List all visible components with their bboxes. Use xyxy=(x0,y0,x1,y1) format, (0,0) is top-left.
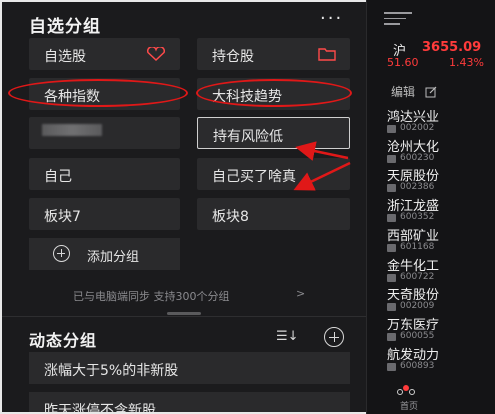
stock-code: 600722 xyxy=(400,272,435,282)
heart-icon xyxy=(146,47,166,61)
stock-code: 600230 xyxy=(400,153,435,163)
group-label: 大科技趋势 xyxy=(212,89,282,105)
stock-row[interactable]: 浙江龙盛 600352 xyxy=(387,195,495,225)
dynamic-group-label: 涨幅大于5%的非新股 xyxy=(44,363,179,379)
sort-icon[interactable]: ☰↓ xyxy=(276,329,299,344)
stock-code: 600893 xyxy=(400,361,435,371)
group-label: 板块7 xyxy=(44,209,81,225)
stock-code: 002386 xyxy=(400,182,435,192)
chevron-right-icon[interactable]: > xyxy=(296,287,305,300)
stock-row[interactable]: 西部矿业 601168 xyxy=(387,225,495,255)
group-tile-sector8[interactable]: 板块8 xyxy=(197,198,350,230)
index-change: 51.60 xyxy=(387,56,419,69)
plus-circle-icon xyxy=(53,245,70,262)
folder-icon xyxy=(318,48,336,61)
add-group-label: 添加分组 xyxy=(87,250,140,265)
stock-row[interactable]: 鸿达兴业 002002 xyxy=(387,106,495,136)
market-tag xyxy=(387,125,396,133)
market-tag xyxy=(387,214,396,222)
group-label: 各种指数 xyxy=(44,89,100,105)
group-label: 持仓股 xyxy=(212,49,254,65)
menu-icon[interactable] xyxy=(384,12,412,29)
group-tile-bought[interactable]: 自己买了啥真 xyxy=(197,158,350,190)
group-label: 自己 xyxy=(44,169,72,185)
stock-row[interactable]: 金牛化工 600722 xyxy=(387,255,495,285)
group-tile-sector7[interactable]: 板块7 xyxy=(29,198,180,230)
blurred-label xyxy=(42,124,102,136)
market-tag xyxy=(387,363,396,371)
drag-handle[interactable] xyxy=(167,312,201,315)
edit-icon[interactable] xyxy=(425,86,437,98)
page-title: 自选分组 xyxy=(29,17,101,37)
group-tile-tech-trend[interactable]: 大科技趋势 xyxy=(197,78,350,110)
add-group-button[interactable]: 添加分组 xyxy=(29,238,180,270)
stock-code: 600352 xyxy=(400,212,435,222)
stock-row[interactable]: 航发动力 600893 xyxy=(387,344,495,374)
stock-row[interactable]: 万东医疗 600055 xyxy=(387,314,495,344)
dynamic-group-title: 动态分组 xyxy=(29,331,98,350)
group-tile-chicanggu[interactable]: 持仓股 xyxy=(197,38,350,70)
group-label: 自选股 xyxy=(44,49,86,65)
stock-code: 002002 xyxy=(400,123,435,133)
group-tile-indices[interactable]: 各种指数 xyxy=(29,78,180,110)
group-tile-self[interactable]: 自己 xyxy=(29,158,180,190)
add-dynamic-group-icon[interactable] xyxy=(324,327,344,347)
market-tag xyxy=(387,274,396,282)
market-tag xyxy=(387,303,396,311)
stock-code: 601168 xyxy=(400,242,435,252)
group-label: 自己买了啥真 xyxy=(212,169,296,185)
dynamic-group-row[interactable]: 涨幅大于5%的非新股 xyxy=(29,352,350,384)
stock-row[interactable]: 天奇股份 002009 xyxy=(387,284,495,314)
divider xyxy=(0,316,366,317)
dynamic-group-row[interactable]: 昨天涨停不含新股 xyxy=(29,392,350,414)
stock-code: 600055 xyxy=(400,331,435,341)
more-menu-button[interactable]: ··· xyxy=(320,8,343,29)
edit-button[interactable]: 编辑 xyxy=(391,83,415,100)
group-panel: 自选分组 ··· 自选股 持仓股 各种指数 大科技趋势 持有风险低 自己 自己买… xyxy=(0,0,366,414)
stock-row[interactable]: 天原股份 002386 xyxy=(387,165,495,195)
group-label: 持有风险低 xyxy=(213,129,283,145)
dynamic-group-label: 昨天涨停不含新股 xyxy=(44,403,156,414)
group-tile-low-risk[interactable]: 持有风险低 xyxy=(197,117,350,149)
watchlist-panel: 沪 3655.09 51.60 1.43% 编辑 鸿达兴业 002002 沧州大化… xyxy=(366,0,495,414)
home-tab-label[interactable]: 首页 xyxy=(400,399,418,412)
group-label: 板块8 xyxy=(212,209,249,225)
home-icon[interactable] xyxy=(396,383,416,397)
stock-row[interactable]: 沧州大化 600230 xyxy=(387,136,495,166)
market-tag xyxy=(387,184,396,192)
index-percent: 1.43% xyxy=(449,56,484,69)
sync-info[interactable]: 已与电脑端同步 支持300个分组 xyxy=(73,288,230,304)
market-tag xyxy=(387,155,396,163)
market-tag xyxy=(387,244,396,252)
market-tag xyxy=(387,333,396,341)
group-tile-zixuangu[interactable]: 自选股 xyxy=(29,38,180,70)
stock-code: 002009 xyxy=(400,301,435,311)
index-value: 3655.09 xyxy=(422,40,482,55)
